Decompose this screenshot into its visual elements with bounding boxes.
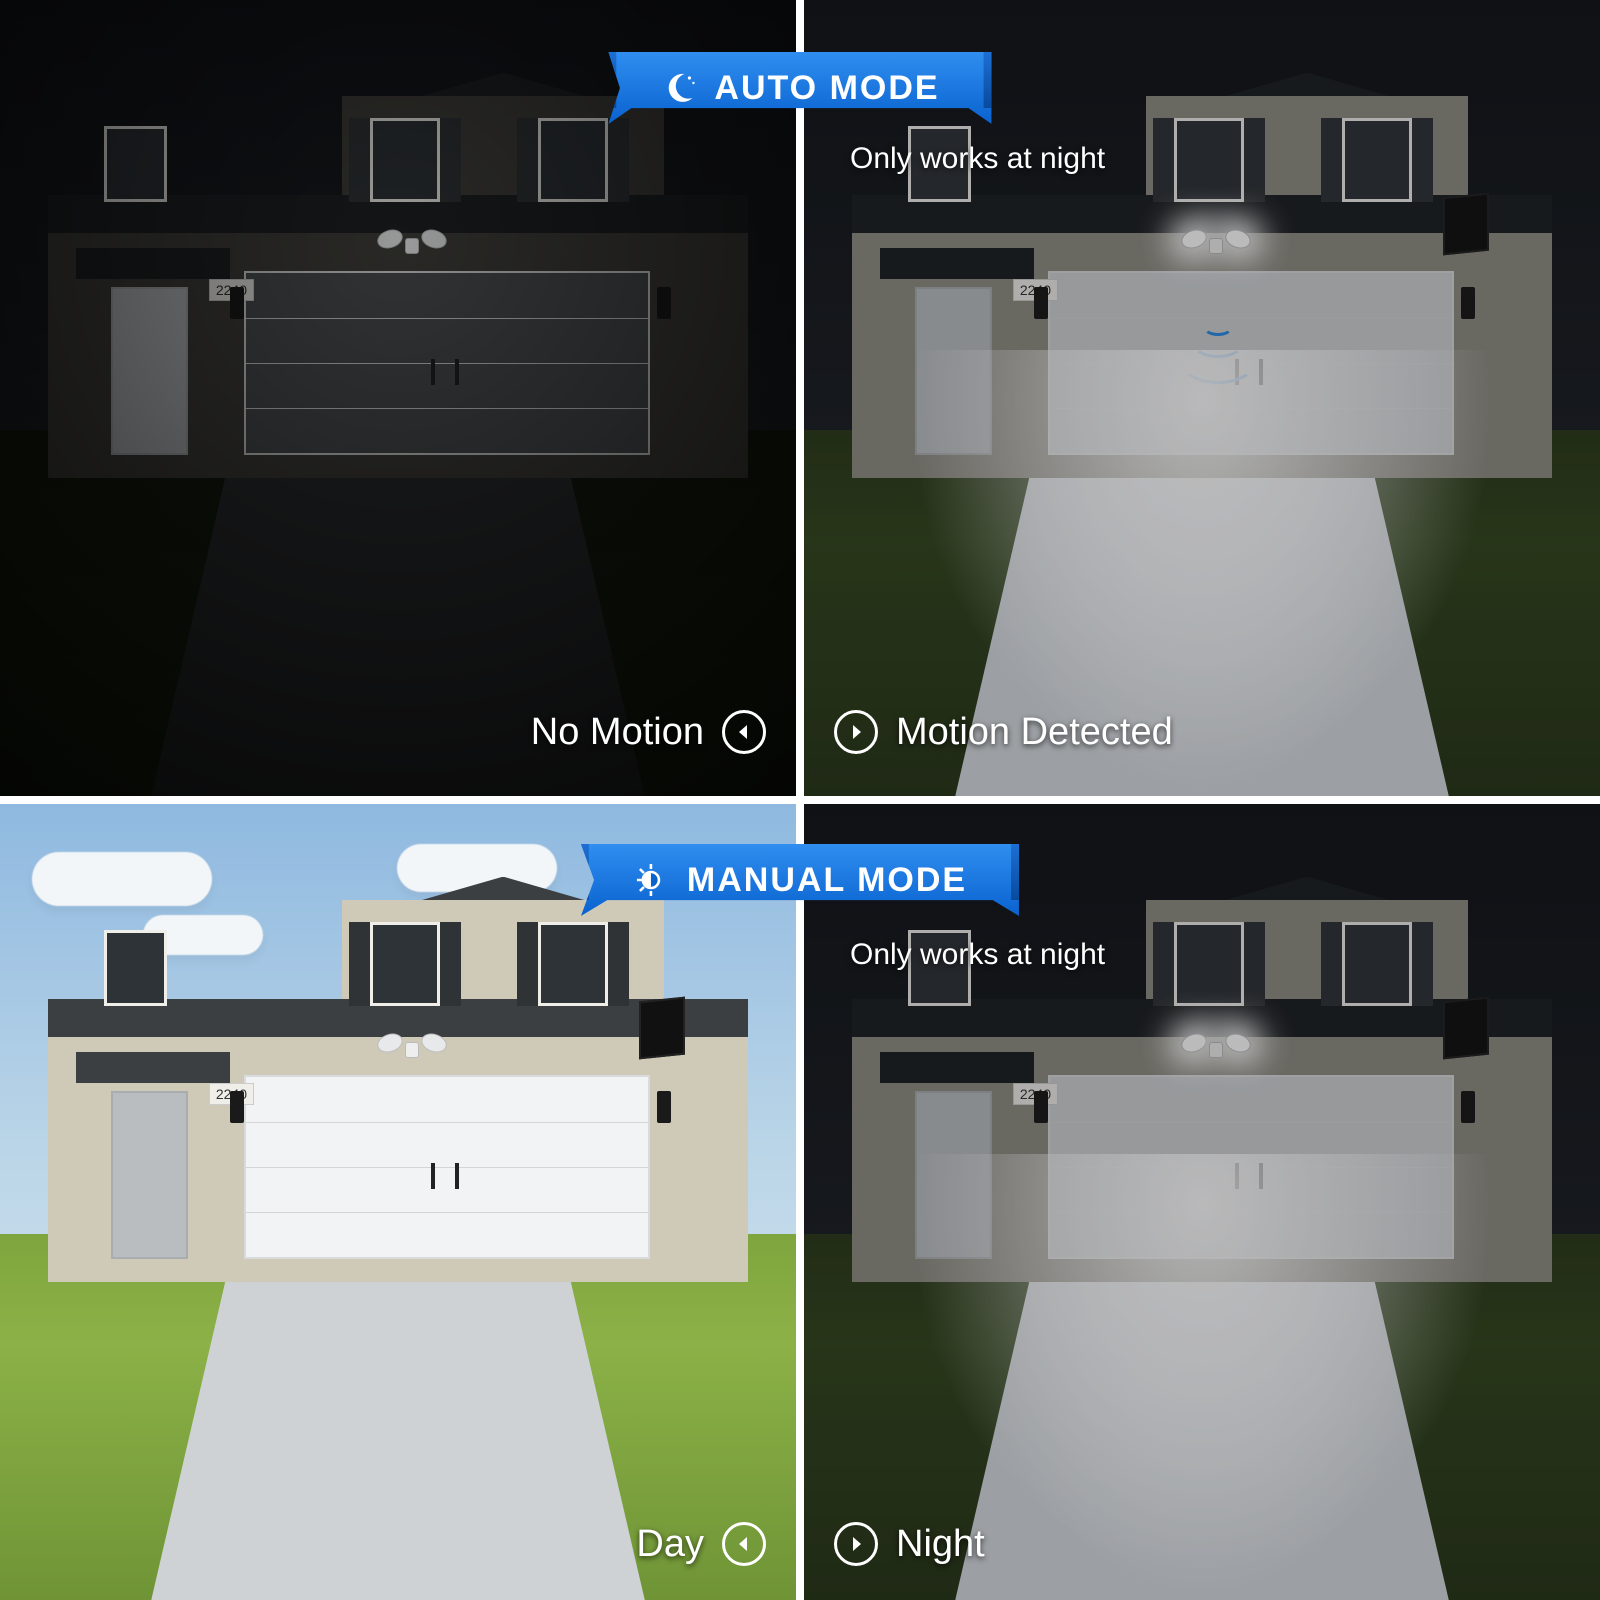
arrow-left-icon [722,1522,766,1566]
comparison-grid: 2240 2240 [0,0,1600,1600]
floodlight-icon [377,222,447,256]
panel-auto-motion: 2240 [804,0,1600,796]
panel-manual-night: 2240 [804,804,1600,1600]
arrow-left-icon [722,710,766,754]
panel-auto-no-motion: 2240 [0,0,796,796]
caption-day: Day [636,1522,766,1566]
banner-manual-label: MANUAL MODE [687,861,967,900]
half-sun-icon [633,862,669,898]
caption-no-motion: No Motion [531,710,766,754]
caption-day-label: Day [636,1523,704,1566]
caption-night-label: Night [896,1523,985,1566]
banner-auto-label: AUTO MODE [714,69,939,108]
porch-lantern-icon [657,287,671,319]
arrow-right-icon [834,1522,878,1566]
solar-panel-icon [1443,192,1489,255]
floodlight-icon [377,1026,447,1060]
subtitle-manual: Only works at night [850,938,1105,972]
caption-motion-detected-label: Motion Detected [896,711,1173,754]
arrow-right-icon [834,710,878,754]
subtitle-auto: Only works at night [850,142,1105,176]
solar-panel-icon [639,996,685,1059]
moon-icon [660,70,696,106]
solar-panel-icon [1443,996,1489,1059]
house: 2240 [48,96,749,478]
caption-motion-detected: Motion Detected [834,710,1173,754]
floodlight-on-icon [1181,1026,1251,1060]
porch-lantern-icon [230,287,244,319]
panel-manual-day: 2240 [0,804,796,1600]
floodlight-on-icon [1181,222,1251,256]
caption-night: Night [834,1522,985,1566]
caption-no-motion-label: No Motion [531,711,704,754]
